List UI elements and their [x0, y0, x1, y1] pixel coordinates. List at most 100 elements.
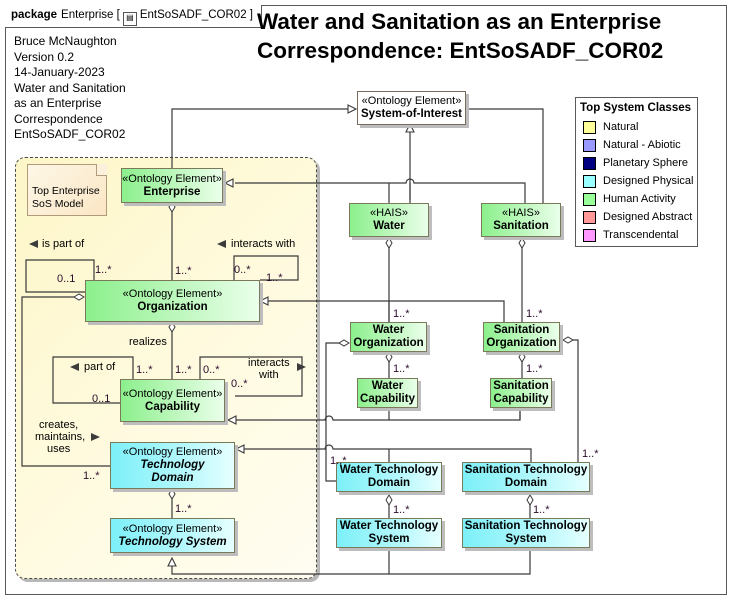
class-enterprise[interactable]: «Ontology Element» Enterprise [121, 168, 223, 203]
direction-arrow-left [29, 240, 38, 248]
multiplicity: 1..* [266, 272, 283, 284]
legend-label: Designed Abstract [603, 211, 693, 223]
multiplicity: 1..* [136, 364, 153, 376]
generalization-orgs-organization [268, 300, 390, 322]
label-part-of: part of [84, 361, 116, 373]
class-name: Organization [137, 301, 208, 313]
aggregation-diamond [518, 351, 526, 363]
class-name: System [368, 533, 410, 545]
legend-swatch [583, 210, 596, 224]
aggregation-diamond [518, 237, 526, 249]
class-name: Water Technology [339, 520, 439, 532]
class-name: Organization [353, 337, 424, 349]
aggregation-diamond [168, 201, 176, 213]
generalization-arrowhead [234, 444, 245, 454]
multiplicity: 1..* [393, 308, 410, 320]
class-name: Sanitation [493, 220, 549, 232]
aggregation-sorg-std [567, 339, 579, 462]
class-sanitation-organization[interactable]: Sanitation Organization [483, 322, 560, 352]
stereotype: «HAIS» [502, 207, 540, 219]
legend-label: Natural [603, 121, 639, 133]
class-sanitation-technology-system[interactable]: Sanitation Technology System [462, 518, 590, 548]
label-realizes: realizes [129, 336, 167, 348]
aggregation-diamond [168, 321, 176, 333]
multiplicity: 0..* [203, 364, 220, 376]
aggregation-diamond [338, 339, 350, 347]
label-with: with [259, 369, 279, 381]
legend-item: Designed Abstract [580, 208, 697, 226]
stereotype: «Ontology Element» [122, 172, 222, 185]
multiplicity: 1..* [526, 363, 543, 375]
multiplicity: 1..* [175, 265, 192, 277]
legend-title: Top System Classes [580, 102, 692, 114]
legend-swatch [583, 174, 596, 188]
class-name: Domain [504, 477, 548, 489]
class-technology-domain[interactable]: «Ontology Element» Technology Domain [110, 442, 235, 489]
class-capability[interactable]: «Ontology Element» Capability [120, 379, 225, 422]
class-organization[interactable]: «Ontology Element» Organization [85, 280, 260, 322]
aggregation-diamond [385, 494, 393, 506]
class-name: Water [371, 380, 404, 392]
class-name: Water Technology [339, 464, 439, 476]
generalization-arrowhead [347, 104, 358, 114]
legend-item: Human Activity [580, 190, 697, 208]
multiplicity: 1..* [582, 448, 599, 460]
class-name: Water [373, 220, 405, 232]
legend-label: Designed Physical [603, 175, 694, 187]
multiplicity: 0..1 [92, 393, 111, 405]
class-system-of-interest[interactable]: «Ontology Element» System-of-Interest [357, 91, 466, 125]
stereotype: «Ontology Element» [122, 522, 223, 535]
generalization-arrowhead [223, 178, 234, 188]
legend-item: Natural - Abiotic [580, 136, 697, 154]
legend-swatch [583, 156, 596, 170]
multiplicity: 1..* [526, 308, 543, 320]
generalization-tds-techdomain [244, 444, 532, 462]
diagram-canvas: package Enterprise [▤ EntSoSADF_COR02 ] Wa… [0, 0, 732, 600]
multiplicity: 0..1 [57, 273, 76, 285]
multiplicity: 1..* [533, 504, 550, 516]
stereotype: «Ontology Element» [122, 446, 223, 458]
class-name: System-of-Interest [361, 108, 462, 120]
class-name: Sanitation [493, 380, 549, 392]
generalization-enterprise-soi [171, 108, 350, 170]
class-name: Domain [151, 472, 194, 484]
class-water-organization[interactable]: Water Organization [350, 322, 427, 352]
multiplicity: 0..* [231, 378, 248, 390]
class-sanitation-capability[interactable]: Sanitation Capability [490, 378, 552, 408]
generalization-arrowhead [226, 415, 237, 425]
multiplicity: 1..* [330, 455, 347, 467]
legend-item: Natural [580, 118, 697, 136]
legend-swatch [583, 228, 596, 242]
multiplicity: 1..* [83, 470, 100, 482]
aggregation-diamond [168, 488, 176, 500]
class-water-capability[interactable]: Water Capability [357, 378, 418, 408]
class-name: Sanitation Technology [464, 520, 588, 532]
generalization-hais-enterprise [235, 178, 526, 203]
multiplicity: 1..* [175, 364, 192, 376]
class-name: Organization [486, 337, 557, 349]
class-name: Sanitation Technology [464, 464, 588, 476]
class-water[interactable]: «HAIS» Water [349, 203, 429, 237]
multiplicity: 1..* [175, 503, 192, 515]
stereotype: «Ontology Element» [122, 288, 223, 300]
class-water-technology-system[interactable]: Water Technology System [336, 518, 442, 548]
generalization-arrowhead [405, 122, 415, 133]
legend-top-system-classes: Top System Classes Natural Natural - Abi… [575, 97, 698, 247]
generalization-arrowhead [167, 556, 177, 567]
direction-arrow-left [217, 240, 226, 248]
legend-swatch [583, 120, 596, 134]
class-sanitation[interactable]: «HAIS» Sanitation [481, 203, 561, 237]
class-technology-system[interactable]: «Ontology Element» Technology System [110, 518, 235, 553]
multiplicity: 0..* [234, 264, 251, 276]
aggregation-diamond [562, 336, 574, 344]
legend-item: Designed Physical [580, 172, 697, 190]
multiplicity: 1..* [95, 264, 112, 276]
legend-label: Planetary Sphere [603, 157, 688, 169]
label-uses: uses [47, 443, 71, 455]
class-name: System [505, 533, 547, 545]
class-name: Capability [493, 393, 549, 405]
class-water-technology-domain[interactable]: Water Technology Domain [336, 462, 442, 492]
aggregation-diamond [385, 237, 393, 249]
class-name: Sanitation [493, 324, 550, 336]
class-sanitation-technology-domain[interactable]: Sanitation Technology Domain [462, 462, 590, 492]
